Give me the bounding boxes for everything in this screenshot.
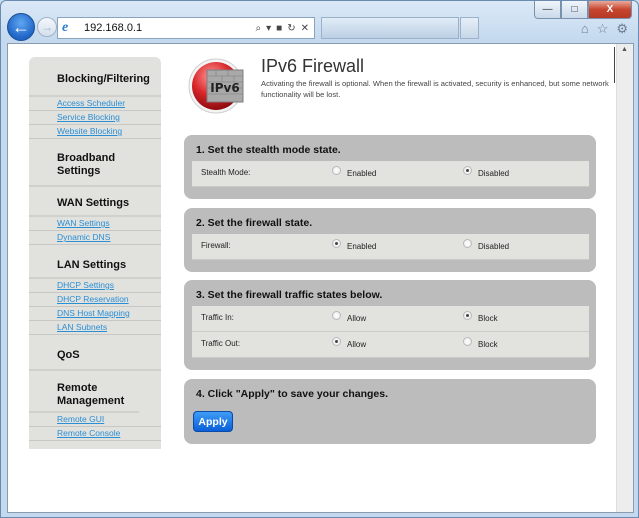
sidebar-heading-lan[interactable]: LAN Settings — [29, 245, 161, 279]
new-tab-button[interactable] — [460, 17, 479, 39]
page-title: IPv6 Firewall — [261, 56, 365, 76]
window-controls: — □ X — [534, 1, 632, 19]
sidebar-link-dynamic-dns[interactable]: Dynamic DNS — [29, 231, 161, 245]
traffic-in-block-option[interactable]: Block — [463, 311, 498, 323]
home-icon[interactable]: ⌂ — [581, 21, 589, 37]
close-window-button[interactable]: X — [588, 1, 632, 19]
firewall-state-panel: 2. Set the firewall state. Firewall: Ena… — [184, 208, 596, 272]
browser-tab[interactable] — [321, 17, 459, 39]
radio-label: Disabled — [478, 169, 510, 178]
url-text[interactable]: 192.168.0.1 — [84, 22, 256, 34]
firewall-enabled-option[interactable]: Enabled — [332, 239, 376, 251]
stealth-enabled-option[interactable]: Enabled — [332, 166, 376, 178]
sidebar-heading-remote[interactable]: Remote Management — [29, 371, 139, 413]
stealth-mode-panel: 1. Set the stealth mode state. Stealth M… — [184, 135, 596, 199]
sidebar-link-service-blocking[interactable]: Service Blocking — [29, 111, 161, 125]
traffic-in-allow-option[interactable]: Allow — [332, 311, 366, 323]
stop-icon[interactable]: ✕ — [301, 23, 309, 34]
panel-title: 3. Set the firewall traffic states below… — [196, 289, 383, 301]
sidebar-link-remote-gui[interactable]: Remote GUI — [29, 413, 161, 427]
favorites-star-icon[interactable]: ☆ — [597, 21, 609, 37]
radio-button[interactable] — [332, 311, 341, 320]
row-label: Traffic Out: — [201, 339, 241, 348]
sidebar-heading-wan[interactable]: WAN Settings — [29, 187, 161, 217]
firewall-row: Firewall: Enabled Disabled — [192, 234, 589, 260]
sidebar-link-remote-console[interactable]: Remote Console — [29, 427, 161, 441]
radio-button[interactable] — [332, 239, 341, 248]
radio-button[interactable] — [332, 166, 341, 175]
scroll-up-icon[interactable]: ▲ — [621, 46, 628, 53]
sidebar-section-blocking: Blocking/Filtering Access Scheduler Serv… — [29, 57, 161, 139]
panel-title: 4. Click "Apply" to save your changes. — [196, 388, 389, 400]
settings-gear-icon[interactable]: ⚙ — [616, 21, 628, 37]
dropdown-icon[interactable]: ▾ — [266, 23, 271, 34]
radio-button[interactable] — [332, 337, 341, 346]
radio-label: Block — [478, 314, 498, 323]
sidebar-heading[interactable]: Blocking/Filtering — [29, 57, 161, 97]
logo-text: IPv6 — [210, 81, 239, 95]
radio-label: Block — [478, 340, 498, 349]
navigation-buttons: ← → — [7, 13, 57, 41]
browser-window: — □ X ← → e 192.168.0.1 ⌕ ▾ ■ ↻ ✕ ⌂ ☆ ⚙ … — [0, 0, 639, 518]
row-label: Firewall: — [201, 241, 231, 250]
radio-button[interactable] — [463, 166, 472, 175]
radio-label: Enabled — [347, 242, 377, 251]
panel-title: 2. Set the firewall state. — [196, 217, 313, 229]
radio-label: Allow — [347, 314, 367, 323]
row-label: Stealth Mode: — [201, 168, 251, 177]
radio-button[interactable] — [463, 311, 472, 320]
panel-title: 1. Set the stealth mode state. — [196, 144, 341, 156]
sidebar-heading-broadband[interactable]: Broadband Settings — [29, 139, 139, 185]
apply-panel: 4. Click "Apply" to save your changes. A… — [184, 379, 596, 444]
browser-tools: ⌂ ☆ ⚙ — [581, 21, 628, 37]
back-icon: ← — [12, 16, 30, 37]
radio-button[interactable] — [463, 239, 472, 248]
stealth-mode-row: Stealth Mode: Enabled Disabled — [192, 161, 589, 187]
traffic-out-allow-option[interactable]: Allow — [332, 337, 366, 349]
apply-button[interactable]: Apply — [193, 411, 233, 432]
traffic-in-row: Traffic In: Allow Block — [192, 306, 589, 332]
ie-icon: e — [62, 20, 69, 35]
minimize-button[interactable]: — — [534, 1, 561, 19]
radio-label: Enabled — [347, 169, 377, 178]
maximize-button[interactable]: □ — [561, 1, 588, 19]
row-label: Traffic In: — [201, 313, 234, 322]
sidebar-heading-qos[interactable]: QoS — [29, 335, 161, 371]
ipv6-firewall-logo-icon: IPv6 — [188, 58, 244, 114]
page-viewport: ▲ Blocking/Filtering Access Scheduler Se… — [7, 43, 634, 513]
back-button[interactable]: ← — [7, 13, 35, 41]
stealth-disabled-option[interactable]: Disabled — [463, 166, 509, 178]
search-icon[interactable]: ⌕ — [256, 23, 262, 34]
sidebar-link-dhcp-settings[interactable]: DHCP Settings — [29, 279, 161, 293]
refresh-icon[interactable]: ↻ — [287, 23, 295, 34]
radio-label: Allow — [347, 340, 367, 349]
forward-button[interactable]: → — [37, 17, 57, 37]
radio-button[interactable] — [463, 337, 472, 346]
sidebar-link-lan-subnets[interactable]: LAN Subnets — [29, 321, 161, 335]
forward-icon: → — [41, 20, 53, 34]
address-bar-icons: ⌕ ▾ ■ ↻ ✕ — [256, 23, 314, 34]
sidebar-link-access-scheduler[interactable]: Access Scheduler — [29, 97, 161, 111]
vertical-scrollbar[interactable]: ▲ — [616, 44, 633, 512]
traffic-out-block-option[interactable]: Block — [463, 337, 498, 349]
sidebar-link-dhcp-reservation[interactable]: DHCP Reservation — [29, 293, 161, 307]
sidebar-nav: Blocking/Filtering Access Scheduler Serv… — [29, 57, 161, 449]
radio-label: Disabled — [478, 242, 510, 251]
sidebar-link-website-blocking[interactable]: Website Blocking — [29, 125, 161, 139]
traffic-states-panel: 3. Set the firewall traffic states below… — [184, 280, 596, 370]
sidebar-link-wan-settings[interactable]: WAN Settings — [29, 217, 161, 231]
page-description: Activating the firewall is optional. Whe… — [261, 79, 609, 99]
lock-icon: ■ — [276, 22, 283, 34]
traffic-out-row: Traffic Out: Allow Block — [192, 332, 589, 358]
firewall-disabled-option[interactable]: Disabled — [463, 239, 509, 251]
address-bar[interactable]: e 192.168.0.1 ⌕ ▾ ■ ↻ ✕ — [57, 17, 315, 39]
sidebar-link-dns-host-mapping[interactable]: DNS Host Mapping — [29, 307, 161, 321]
